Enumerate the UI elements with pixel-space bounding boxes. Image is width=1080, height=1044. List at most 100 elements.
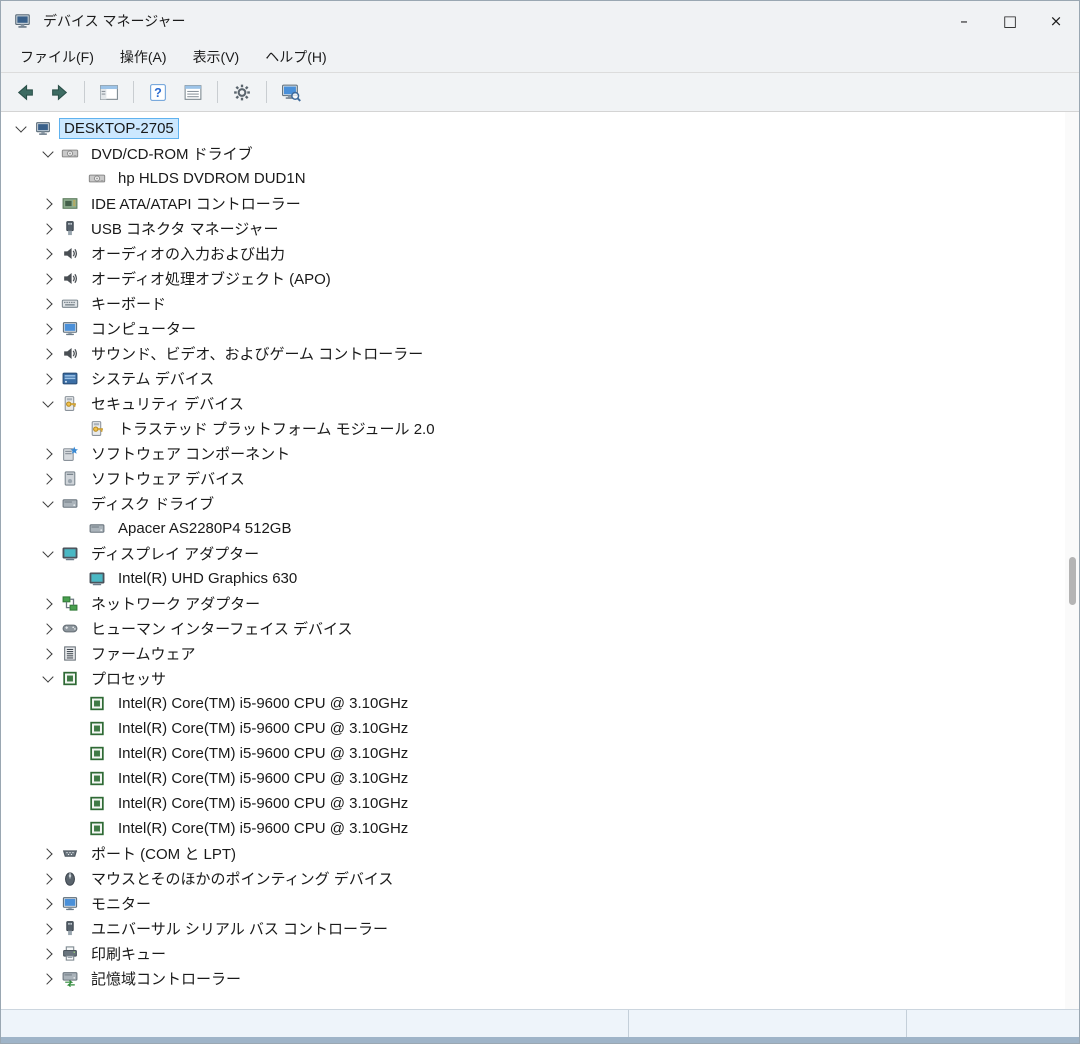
tree-item-label[interactable]: コンピューター <box>86 316 201 341</box>
tree-row[interactable]: オーディオの入力および出力 <box>1 241 1065 266</box>
tree-item-label[interactable]: サウンド、ビデオ、およびゲーム コントローラー <box>86 341 428 366</box>
tree-item-label[interactable]: マウスとそのほかのポインティング デバイス <box>86 866 398 891</box>
chevron-right-icon[interactable] <box>36 216 60 241</box>
tree-item-label[interactable]: ディスプレイ アダプター <box>86 541 264 566</box>
tree-row[interactable]: Intel(R) Core(TM) i5-9600 CPU @ 3.10GHz <box>1 716 1065 741</box>
chevron-right-icon[interactable] <box>36 241 60 266</box>
tree-row[interactable]: Intel(R) Core(TM) i5-9600 CPU @ 3.10GHz <box>1 791 1065 816</box>
tree-item-label[interactable]: ポート (COM と LPT) <box>86 841 241 866</box>
chevron-right-icon[interactable] <box>36 841 60 866</box>
tree-item-label[interactable]: ソフトウェア コンポーネント <box>86 441 295 466</box>
chevron-right-icon[interactable] <box>36 366 60 391</box>
tree-row[interactable]: Intel(R) Core(TM) i5-9600 CPU @ 3.10GHz <box>1 766 1065 791</box>
menu-file[interactable]: ファイル(F) <box>7 42 107 72</box>
tree-row[interactable]: システム デバイス <box>1 366 1065 391</box>
chevron-right-icon[interactable] <box>36 291 60 316</box>
tree-item-label[interactable]: Apacer AS2280P4 512GB <box>113 518 296 539</box>
tree-row[interactable]: Intel(R) Core(TM) i5-9600 CPU @ 3.10GHz <box>1 691 1065 716</box>
tree-row[interactable]: Apacer AS2280P4 512GB <box>1 516 1065 541</box>
tree-item-label[interactable]: DESKTOP-2705 <box>59 118 179 139</box>
tree-row[interactable]: DESKTOP-2705 <box>1 116 1065 141</box>
tree-item-label[interactable]: キーボード <box>86 291 171 316</box>
tree-item-label[interactable]: ユニバーサル シリアル バス コントローラー <box>86 916 393 941</box>
tree-row[interactable]: USB コネクタ マネージャー <box>1 216 1065 241</box>
tree-row[interactable]: ディスプレイ アダプター <box>1 541 1065 566</box>
tree-item-label[interactable]: 記憶域コントローラー <box>86 966 246 991</box>
forward-button[interactable] <box>44 77 76 107</box>
show-console-tree-button[interactable] <box>93 77 125 107</box>
tree-item-label[interactable]: IDE ATA/ATAPI コントローラー <box>86 191 306 216</box>
chevron-down-icon[interactable] <box>36 141 60 166</box>
properties-button[interactable] <box>177 77 209 107</box>
chevron-down-icon[interactable] <box>36 491 60 516</box>
tree-item-label[interactable]: ソフトウェア デバイス <box>86 466 250 491</box>
tree-row[interactable]: hp HLDS DVDROM DUD1N <box>1 166 1065 191</box>
tree-row[interactable]: ユニバーサル シリアル バス コントローラー <box>1 916 1065 941</box>
tree-item-label[interactable]: ファームウェア <box>86 641 201 666</box>
chevron-right-icon[interactable] <box>36 191 60 216</box>
chevron-down-icon[interactable] <box>36 391 60 416</box>
tree-item-label[interactable]: トラステッド プラットフォーム モジュール 2.0 <box>113 416 440 441</box>
tree-row[interactable]: ポート (COM と LPT) <box>1 841 1065 866</box>
tree-row[interactable]: プロセッサ <box>1 666 1065 691</box>
tree-row[interactable]: キーボード <box>1 291 1065 316</box>
help-button[interactable]: ? <box>142 77 174 107</box>
chevron-right-icon[interactable] <box>36 616 60 641</box>
chevron-right-icon[interactable] <box>36 441 60 466</box>
menu-help[interactable]: ヘルプ(H) <box>252 42 339 72</box>
close-button[interactable]: × <box>1033 1 1079 41</box>
menu-action[interactable]: 操作(A) <box>107 42 180 72</box>
tree-item-label[interactable]: モニター <box>86 891 156 916</box>
maximize-button[interactable]: □ <box>987 1 1033 41</box>
tree-item-label[interactable]: システム デバイス <box>86 366 219 391</box>
tree-item-label[interactable]: Intel(R) UHD Graphics 630 <box>113 568 302 589</box>
tree-item-label[interactable]: オーディオの入力および出力 <box>86 241 290 266</box>
minimize-button[interactable]: – <box>941 1 987 41</box>
tree-row[interactable]: オーディオ処理オブジェクト (APO) <box>1 266 1065 291</box>
tree-row[interactable]: Intel(R) UHD Graphics 630 <box>1 566 1065 591</box>
chevron-right-icon[interactable] <box>36 641 60 666</box>
scrollbar-thumb[interactable] <box>1069 557 1076 605</box>
chevron-right-icon[interactable] <box>36 341 60 366</box>
chevron-right-icon[interactable] <box>36 891 60 916</box>
tree-item-label[interactable]: Intel(R) Core(TM) i5-9600 CPU @ 3.10GHz <box>113 793 413 814</box>
tree-row[interactable]: IDE ATA/ATAPI コントローラー <box>1 191 1065 216</box>
chevron-right-icon[interactable] <box>36 316 60 341</box>
tree-item-label[interactable]: ネットワーク アダプター <box>86 591 265 616</box>
tree-row[interactable]: トラステッド プラットフォーム モジュール 2.0 <box>1 416 1065 441</box>
tree-row[interactable]: コンピューター <box>1 316 1065 341</box>
tree-item-label[interactable]: Intel(R) Core(TM) i5-9600 CPU @ 3.10GHz <box>113 718 413 739</box>
tree-row[interactable]: ソフトウェア コンポーネント <box>1 441 1065 466</box>
tree-item-label[interactable]: Intel(R) Core(TM) i5-9600 CPU @ 3.10GHz <box>113 693 413 714</box>
tree-row[interactable]: ディスク ドライブ <box>1 491 1065 516</box>
tree-item-label[interactable]: Intel(R) Core(TM) i5-9600 CPU @ 3.10GHz <box>113 768 413 789</box>
tree-row[interactable]: ヒューマン インターフェイス デバイス <box>1 616 1065 641</box>
tree-row[interactable]: 印刷キュー <box>1 941 1065 966</box>
chevron-right-icon[interactable] <box>36 941 60 966</box>
tree-item-label[interactable]: オーディオ処理オブジェクト (APO) <box>86 266 336 291</box>
update-driver-button[interactable] <box>226 77 258 107</box>
chevron-right-icon[interactable] <box>36 966 60 991</box>
chevron-down-icon[interactable] <box>9 116 33 141</box>
tree-row[interactable]: ファームウェア <box>1 641 1065 666</box>
tree-row[interactable]: Intel(R) Core(TM) i5-9600 CPU @ 3.10GHz <box>1 741 1065 766</box>
chevron-right-icon[interactable] <box>36 591 60 616</box>
tree-item-label[interactable]: DVD/CD-ROM ドライブ <box>86 141 258 166</box>
chevron-right-icon[interactable] <box>36 866 60 891</box>
tree-item-label[interactable]: 印刷キュー <box>86 941 171 966</box>
tree-row[interactable]: ソフトウェア デバイス <box>1 466 1065 491</box>
tree-row[interactable]: サウンド、ビデオ、およびゲーム コントローラー <box>1 341 1065 366</box>
tree-item-label[interactable]: Intel(R) Core(TM) i5-9600 CPU @ 3.10GHz <box>113 818 413 839</box>
scan-hardware-changes-button[interactable] <box>275 77 307 107</box>
tree-item-label[interactable]: USB コネクタ マネージャー <box>86 216 284 241</box>
menu-view[interactable]: 表示(V) <box>180 42 253 72</box>
tree-row[interactable]: DVD/CD-ROM ドライブ <box>1 141 1065 166</box>
tree-row[interactable]: モニター <box>1 891 1065 916</box>
tree-item-label[interactable]: Intel(R) Core(TM) i5-9600 CPU @ 3.10GHz <box>113 743 413 764</box>
chevron-right-icon[interactable] <box>36 266 60 291</box>
tree-row[interactable]: Intel(R) Core(TM) i5-9600 CPU @ 3.10GHz <box>1 816 1065 841</box>
tree-item-label[interactable]: セキュリティ デバイス <box>86 391 249 416</box>
tree-row[interactable]: ネットワーク アダプター <box>1 591 1065 616</box>
tree-row[interactable]: マウスとそのほかのポインティング デバイス <box>1 866 1065 891</box>
tree-item-label[interactable]: ディスク ドライブ <box>86 491 219 516</box>
